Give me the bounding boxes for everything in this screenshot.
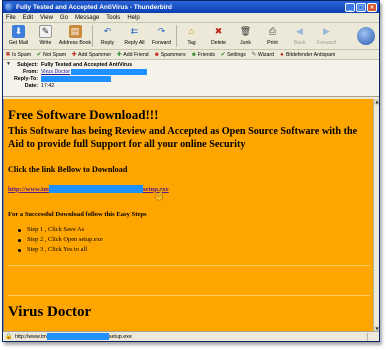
forward-nav-button[interactable]: ▶ Forward [313,25,340,46]
status-panel [367,332,379,341]
menu-bar: File Edit View Go Message Tools Help [3,13,379,23]
signature-heading: Virus Doctor [8,304,92,320]
title-bar: Fully Tested and Accepted AntiVirus - Th… [3,1,379,13]
vertical-scrollbar[interactable]: ▲ ▼ [373,99,379,332]
collapse-twisty-icon[interactable]: ▼ [6,62,11,67]
activity-throbber-icon [357,27,375,45]
menu-message[interactable]: Message [75,15,99,21]
close-button[interactable]: × [367,2,377,12]
reply-all-button[interactable]: ⇇ Reply All [121,25,148,46]
wizard-button[interactable]: ✎ Wizard [251,52,274,58]
thunderbird-window: Fully Tested and Accepted AntiVirus - Th… [2,0,380,342]
date-label: Date: [24,82,38,89]
friends-button[interactable]: ☻ Friends [191,52,215,58]
subject-value: Fully Tested and Accepted AntiVirus [41,61,133,68]
menu-file[interactable]: File [6,15,16,21]
hand-cursor-icon: ☝ [153,190,166,201]
get-mail-icon: ⬇ [12,25,25,38]
list-item: Step 1 , Click Save As [18,225,103,235]
bullet-icon [18,228,21,232]
scroll-up-icon[interactable]: ▲ [374,99,379,105]
menu-tools[interactable]: Tools [106,15,120,21]
tag-button[interactable]: ⌂ Tag [178,25,205,46]
divider [8,295,370,296]
redaction-block [48,185,143,193]
bullet-icon [18,238,21,242]
forward-icon: ↷ [157,26,166,36]
junk-icon: 🗑 [239,26,252,36]
wizard-icon: ✎ [251,51,257,58]
window-title: Fully Tested and Accepted AntiVirus - Th… [16,3,173,11]
from-label: From: [22,68,38,75]
mail-toolbar: ⬇ Get Mail ✎ Write ▤ Address Book ↶ Repl… [3,23,379,50]
add-friend-button[interactable]: ✚ Add Friend [116,51,149,58]
junk-button[interactable]: 🗑 Junk [232,25,259,46]
add-spammer-button[interactable]: ✚ Add Spammer [71,51,112,58]
not-spam-icon: ✔ [36,51,42,58]
delete-icon: ✖ [214,26,223,36]
antispam-toolbar: ✖ Is Spam ✔ Not Spam ✚ Add Spammer ✚ Add Fri… [3,50,379,60]
forward-button[interactable]: ↷ Forward [148,25,175,46]
maximize-button[interactable]: □ [356,2,366,12]
back-button[interactable]: ◀ Back [286,25,313,46]
reply-icon: ↶ [103,26,112,36]
not-spam-button[interactable]: ✔ Not Spam [36,51,67,58]
body-subheading: This Software has being Review and Accep… [8,126,358,150]
status-bar: 🔒 http://www.tm setup.exe [3,331,379,341]
menu-edit[interactable]: Edit [23,15,33,21]
from-value[interactable]: Virus Doctor [41,68,148,75]
tag-icon: ⌂ [188,26,195,36]
menu-go[interactable]: Go [60,15,68,21]
download-link[interactable]: http://www.tm setup.exe [8,185,169,193]
get-mail-button[interactable]: ⬇ Get Mail [5,25,32,46]
settings-icon: ✔ [220,51,226,58]
steps-list: Step 1 , Click Save As Step 2 , Click Op… [18,225,103,255]
reply-button[interactable]: ↶ Reply [94,25,121,46]
settings-button[interactable]: ✔ Settings [220,52,246,58]
status-url: http://www.tm setup.exe [15,333,132,340]
delete-button[interactable]: ✖ Delete [205,25,232,46]
write-icon: ✎ [39,25,52,38]
redaction-block [71,68,148,75]
body-heading: Free Software Download!!! [8,107,159,122]
is-spam-icon: ✖ [5,51,11,58]
divider [8,265,370,266]
redaction-block [46,333,109,340]
steps-heading: For a Successful Download follow this Ea… [8,211,147,218]
security-icon: 🔒 [5,333,13,340]
spammers-button[interactable]: ☻ Spammers [154,52,186,58]
menu-view[interactable]: View [40,15,53,21]
print-icon: ⎙ [268,26,277,36]
bitdefender-antispam-button[interactable]: ● Bitdefender Antispam [279,52,335,58]
add-friend-icon: ✚ [116,51,122,58]
toolbar-separator [176,25,177,47]
bitdefender-icon: ● [280,51,284,58]
write-button[interactable]: ✎ Write [32,25,59,46]
click-link-text: Click the link Bellow to Download [8,165,128,174]
reply-to-label: Reply-To: [13,75,38,82]
message-headers: ▼ Subject: Fully Tested and Accepted Ant… [3,60,379,97]
forward-arrow-icon: ▶ [323,26,330,36]
menu-help[interactable]: Help [127,15,139,21]
redaction-block [41,75,111,82]
minimize-button[interactable]: _ [345,2,355,12]
toolbar-separator [92,25,93,47]
back-arrow-icon: ◀ [296,26,303,36]
list-item: Step 3 , Click Yes to all [18,245,103,255]
add-spammer-icon: ✚ [71,51,77,58]
list-item: Step 2 , Click Open setup.exe [18,235,103,245]
thunderbird-icon [5,3,13,11]
friends-icon: ☻ [190,51,198,58]
spammers-icon: ☻ [153,51,160,58]
message-body: Free Software Download!!! This Software … [3,99,375,332]
bullet-icon [18,248,21,252]
address-book-button[interactable]: ▤ Address Book [59,25,91,46]
reply-all-icon: ⇇ [130,26,139,36]
address-book-icon: ▤ [68,25,82,38]
is-spam-button[interactable]: ✖ Is Spam [5,52,31,58]
date-value: 17:42 [41,82,55,89]
print-button[interactable]: ⎙ Print [259,25,286,46]
